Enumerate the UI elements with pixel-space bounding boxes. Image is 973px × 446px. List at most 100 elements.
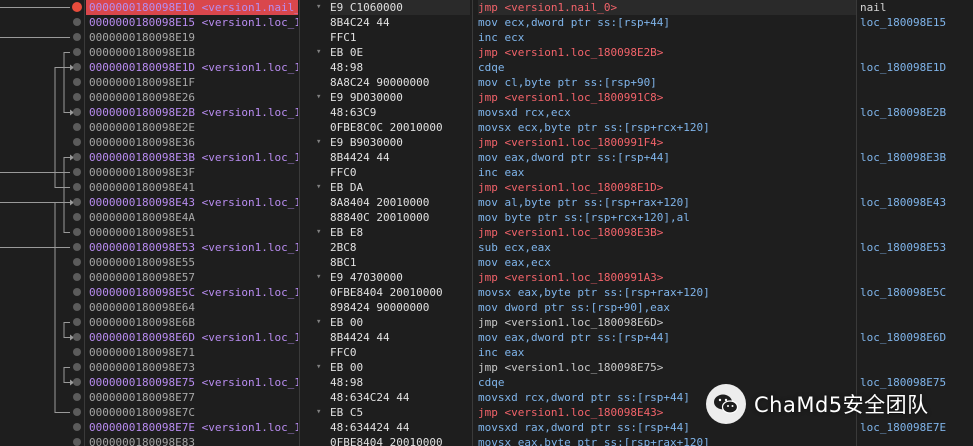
breakpoint-dot-icon[interactable] [73,393,81,401]
comment-cell: loc_180098E43 [860,196,947,209]
address-cell: 0000000180098E83 [86,435,298,446]
address: 0000000180098E3B [89,151,195,164]
comment-cell [860,165,973,180]
bytes-cell: FFC0 [330,166,357,179]
address-cell: 0000000180098E77 [86,390,298,405]
address: 0000000180098E43 [89,196,195,209]
instruction-cell: mov dword ptr ss:[rsp+90],eax [478,301,671,314]
breakpoint-dot-icon[interactable] [73,78,81,86]
table-row[interactable]: 0000000180098E2B <version1.loc_180098E2B… [0,105,973,120]
breakpoint-dot-icon[interactable] [73,198,81,206]
breakpoint-dot-icon[interactable] [72,2,82,12]
breakpoint-dot-icon[interactable] [73,438,81,446]
instruction-cell: jmp <version1.nail_0> [478,0,856,15]
wechat-icon [706,384,746,424]
address-cell: 0000000180098E15 <version1.loc_180098E15… [86,15,298,30]
instruction-cell: jmp <version1.loc_1800991C8> [478,91,664,104]
breakpoint-dot-icon[interactable] [73,228,81,236]
breakpoint-dot-icon[interactable] [73,33,81,41]
breakpoint-dot-icon[interactable] [73,363,81,371]
table-row[interactable]: 0000000180098E71 FFC0 inc eax [0,345,973,360]
instruction-cell: mov cl,byte ptr ss:[rsp+90] [478,76,657,89]
breakpoint-dot-icon[interactable] [73,273,81,281]
address-label: <version1.loc_180098E43> [201,196,298,209]
instruction-cell: jmp <version1.loc_1800991F4> [478,136,664,149]
jump-marker-icon: ▾ [316,182,322,192]
comment-cell [860,315,973,330]
table-row[interactable]: 0000000180098E57 ▾ E9 47030000 jmp <version… [0,270,973,285]
breakpoint-dot-icon[interactable] [73,378,81,386]
table-row[interactable]: 0000000180098E1F 8A8C24 90000000 mov cl,by… [0,75,973,90]
bytes-cell: EB C5 [330,406,364,419]
breakpoint-dot-icon[interactable] [73,108,81,116]
breakpoint-dot-icon[interactable] [73,258,81,266]
comment-cell [860,345,973,360]
breakpoint-dot-icon[interactable] [73,153,81,161]
watermark-text: ChaMd5安全团队 [754,393,929,417]
address-label: <version1.loc_180098E75> [201,376,298,389]
table-row[interactable]: 0000000180098E19 FFC1 inc ecx [0,30,973,45]
table-row[interactable]: 0000000180098E26 ▾ E9 9D030000 jmp <version… [0,90,973,105]
table-row[interactable]: 0000000180098E41 ▾ EB DA jmp <version1.loc_… [0,180,973,195]
address-cell: 0000000180098E5C <version1.loc_180098E5C… [86,285,298,300]
table-row[interactable]: 0000000180098E5C <version1.loc_180098E5C… [0,285,973,300]
breakpoint-dot-icon[interactable] [73,123,81,131]
breakpoint-dot-icon[interactable] [73,48,81,56]
address: 0000000180098E26 [89,91,195,104]
breakpoint-dot-icon[interactable] [73,318,81,326]
table-row[interactable]: 0000000180098E3F FFC0 inc eax [0,165,973,180]
disassembly-view[interactable]: 0000000180098E10 <version1.nail_0> ▾ E9 C1… [0,0,973,446]
jump-marker-icon: ▾ [316,2,322,12]
table-row[interactable]: 0000000180098E51 ▾ EB E8 jmp <version1.loc_… [0,225,973,240]
table-row[interactable]: 0000000180098E10 <version1.nail_0> ▾ E9 C1… [0,0,973,15]
breakpoint-dot-icon[interactable] [73,183,81,191]
table-row[interactable]: 0000000180098E4A 88840C 20010000 mov byte … [0,210,973,225]
jump-marker-icon: ▾ [316,272,322,282]
breakpoint-dot-icon[interactable] [73,168,81,176]
table-row[interactable]: 0000000180098E55 8BC1 mov eax,ecx [0,255,973,270]
breakpoint-dot-icon[interactable] [73,243,81,251]
instruction-cell: mov eax,ecx [478,256,551,269]
address-cell: 0000000180098E73 [86,360,298,375]
breakpoint-dot-icon[interactable] [73,63,81,71]
breakpoint-dot-icon[interactable] [73,93,81,101]
bytes-cell: 48:98 [330,376,364,389]
comment-cell [860,225,973,240]
table-row[interactable]: 0000000180098E1D <version1.loc_180098E1D… [0,60,973,75]
breakpoint-dot-icon[interactable] [73,408,81,416]
bytes-cell: 0FBE8404 20010000 [330,436,443,446]
bytes-cell: 898424 90000000 [330,301,430,314]
breakpoint-dot-icon[interactable] [73,303,81,311]
breakpoint-dot-icon[interactable] [73,348,81,356]
bytes-cell: E9 47030000 [330,271,403,284]
breakpoint-dot-icon[interactable] [73,138,81,146]
instruction-cell: inc ecx [478,31,525,44]
bytes-cell: 48:98 [330,61,364,74]
table-row[interactable]: 0000000180098E2E 0FBE8C0C 20010000 movsx e… [0,120,973,135]
breakpoint-dot-icon[interactable] [73,288,81,296]
table-row[interactable]: 0000000180098E6D <version1.loc_180098E6D… [0,330,973,345]
table-row[interactable]: 0000000180098E6B ▾ EB 00 jmp <version1.loc_… [0,315,973,330]
table-row[interactable]: 0000000180098E53 <version1.loc_180098E53… [0,240,973,255]
address: 0000000180098E7E [89,421,195,434]
comment-cell: loc_180098E15 [860,16,947,29]
address-cell: 0000000180098E2B <version1.loc_180098E2B… [86,105,298,120]
breakpoint-dot-icon[interactable] [73,213,81,221]
table-row[interactable]: 0000000180098E3B <version1.loc_180098E3B… [0,150,973,165]
jump-marker-icon: ▾ [316,137,322,147]
breakpoint-dot-icon[interactable] [73,18,81,26]
table-row[interactable]: 0000000180098E15 <version1.loc_180098E15… [0,15,973,30]
address: 0000000180098E51 [89,226,195,239]
table-row[interactable]: 0000000180098E83 0FBE8404 20010000 movsx e… [0,435,973,446]
table-row[interactable]: 0000000180098E36 ▾ E9 B9030000 jmp <version… [0,135,973,150]
table-row[interactable]: 0000000180098E73 ▾ EB 00 jmp <version1.loc_… [0,360,973,375]
table-row[interactable]: 0000000180098E64 898424 90000000 mov dword… [0,300,973,315]
table-row[interactable]: 0000000180098E43 <version1.loc_180098E43… [0,195,973,210]
breakpoint-dot-icon[interactable] [73,423,81,431]
instruction-cell: mov byte ptr ss:[rsp+rcx+120],al [478,211,690,224]
table-row[interactable]: 0000000180098E1B ▾ EB 0E jmp <version1.loc_… [0,45,973,60]
breakpoint-dot-icon[interactable] [73,333,81,341]
comment-cell: loc_180098E6D [860,331,947,344]
instruction-cell: cdqe [478,61,505,74]
instruction-cell: movsx eax,byte ptr ss:[rsp+rax+120] [478,436,710,446]
